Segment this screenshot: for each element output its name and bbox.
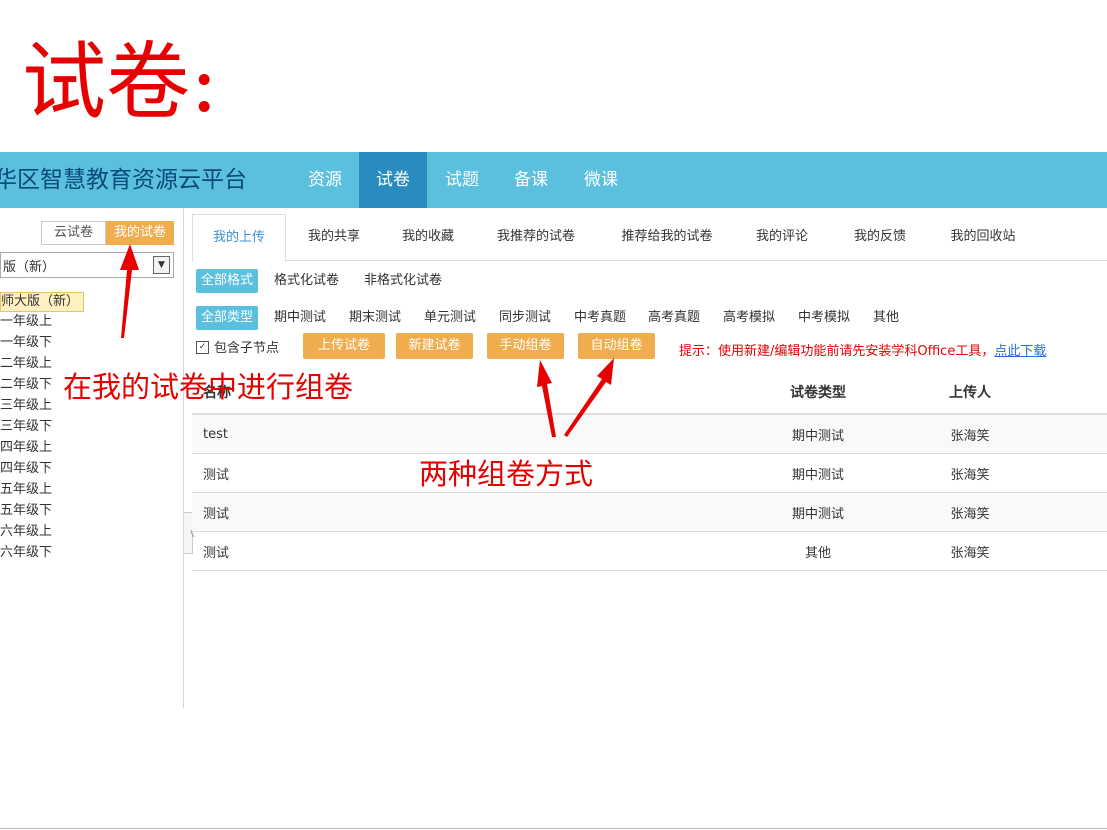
- header-type[interactable]: 试卷类型: [759, 370, 877, 413]
- cell-name[interactable]: 测试: [203, 532, 229, 570]
- tree-item[interactable]: 二年级上: [0, 354, 52, 374]
- tab-my-feedback[interactable]: 我的反馈: [840, 214, 920, 260]
- cloud-papers-button[interactable]: 云试卷: [41, 221, 106, 245]
- tree-item[interactable]: 四年级上: [0, 438, 52, 458]
- cell-uploader: 张海笑: [950, 506, 990, 522]
- tab-my-recommended[interactable]: 我推荐的试卷: [484, 214, 588, 260]
- top-navbar: 华区智慧教育资源云平台 资源 试卷 试题 备课 微课: [0, 152, 1107, 208]
- tab-my-shares[interactable]: 我的共享: [292, 214, 376, 260]
- table-row[interactable]: 测试 期中测试 张海笑: [192, 454, 1107, 493]
- tree-item[interactable]: 四年级下: [0, 459, 52, 479]
- cell-name[interactable]: 测试: [203, 454, 229, 492]
- tab-bar: 我的上传 我的共享 我的收藏 我推荐的试卷 推荐给我的试卷 我的评论 我的反馈 …: [192, 214, 1107, 262]
- header-uploader[interactable]: 上传人: [910, 370, 1030, 413]
- cell-uploader: 张海笑: [950, 545, 990, 561]
- download-link[interactable]: 点此下载: [994, 344, 1046, 359]
- filter-unformatted[interactable]: 非格式化试卷: [364, 269, 442, 293]
- tab-my-favorites[interactable]: 我的收藏: [386, 214, 470, 260]
- cell-uploader: 张海笑: [950, 428, 990, 444]
- filter-type-gaokao-real[interactable]: 高考真题: [648, 306, 700, 330]
- filter-formatted[interactable]: 格式化试卷: [274, 269, 339, 293]
- filter-type-unit[interactable]: 单元测试: [424, 306, 476, 330]
- nav-lesson-prep[interactable]: 备课: [498, 152, 564, 208]
- version-select-value: 版（新）: [3, 260, 56, 275]
- nav-questions[interactable]: 试题: [430, 152, 494, 208]
- tab-my-uploads[interactable]: 我的上传: [192, 214, 286, 262]
- include-subnodes-label: 包含子节点: [214, 341, 280, 356]
- tree-item[interactable]: 五年级上: [0, 480, 52, 500]
- cell-uploader: 张海笑: [950, 467, 990, 483]
- tab-my-comments[interactable]: 我的评论: [742, 214, 822, 260]
- tree-item[interactable]: 一年级上: [0, 312, 52, 332]
- auto-compose-button[interactable]: 自动组卷: [578, 333, 655, 359]
- table-row[interactable]: test 期中测试 张海笑: [192, 415, 1107, 454]
- tree-item[interactable]: 三年级下: [0, 417, 52, 437]
- table-row[interactable]: 测试 期中测试 张海笑: [192, 493, 1107, 532]
- tree-root-node[interactable]: 师大版（新）: [0, 292, 85, 312]
- nav-resources[interactable]: 资源: [294, 152, 356, 208]
- manual-compose-button[interactable]: 手动组卷: [487, 333, 564, 359]
- hint-text: 提示：使用新建/编辑功能前请先安装学科Office工具，: [679, 344, 995, 359]
- filter-type-other[interactable]: 其他: [873, 306, 899, 330]
- brand-title[interactable]: 华区智慧教育资源云平台: [0, 152, 247, 208]
- cell-name[interactable]: test: [203, 415, 228, 453]
- annotation-two-compose-methods: 两种组卷方式: [419, 457, 594, 491]
- tab-recycle-bin[interactable]: 我的回收站: [936, 214, 1030, 260]
- cell-type: 期中测试: [791, 428, 844, 444]
- filter-type-gaokao-mock[interactable]: 高考模拟: [723, 306, 775, 330]
- filter-type-zhongkao-mock[interactable]: 中考模拟: [798, 306, 850, 330]
- new-paper-button[interactable]: 新建试卷: [396, 333, 473, 359]
- filter-all-formats[interactable]: 全部格式: [196, 269, 259, 293]
- tree-item[interactable]: 三年级上: [0, 396, 52, 416]
- tree-item[interactable]: 六年级上: [0, 522, 52, 542]
- table-row[interactable]: 测试 其他 张海笑: [192, 532, 1107, 571]
- bottom-divider: [0, 828, 1107, 829]
- filter-type-zhongkao-real[interactable]: 中考真题: [574, 306, 626, 330]
- cell-type: 期中测试: [791, 467, 844, 483]
- version-select[interactable]: 版（新） ▼: [0, 252, 174, 278]
- cell-name[interactable]: 测试: [203, 493, 229, 531]
- filter-type-final[interactable]: 期末测试: [349, 306, 401, 330]
- upload-paper-button[interactable]: 上传试卷: [303, 333, 385, 359]
- filter-type-sync[interactable]: 同步测试: [499, 306, 551, 330]
- include-subnodes-checkbox[interactable]: ✓ 包含子节点: [196, 340, 279, 358]
- office-tool-hint: 提示：使用新建/编辑功能前请先安装学科Office工具，点此下载: [679, 340, 1046, 359]
- slide-title: 试卷:: [22, 33, 219, 131]
- left-panel: 云试卷 我的试卷 版（新） ▼ 师大版（新） 一年级上 一年级下 二年级上 二年级下三…: [0, 208, 184, 708]
- tree-item[interactable]: 五年级下: [0, 501, 52, 521]
- tree-item[interactable]: 二年级下: [0, 375, 52, 395]
- tree-item[interactable]: 一年级下: [0, 333, 52, 353]
- cell-type: 其他: [804, 545, 831, 561]
- dropdown-arrow-icon[interactable]: ▼: [153, 256, 170, 274]
- tree-item[interactable]: 六年级下: [0, 543, 52, 563]
- filter-type-midterm[interactable]: 期中测试: [274, 306, 326, 330]
- annotation-compose-in-my-papers: 在我的试卷中进行组卷: [63, 370, 354, 404]
- nav-microcourse[interactable]: 微课: [568, 152, 634, 208]
- tab-recommended-to-me[interactable]: 推荐给我的试卷: [604, 214, 730, 260]
- checkbox-checked-icon[interactable]: ✓: [196, 341, 209, 354]
- filter-all-types[interactable]: 全部类型: [196, 306, 259, 330]
- cell-type: 期中测试: [791, 506, 844, 522]
- nav-papers[interactable]: 试卷: [359, 152, 427, 208]
- my-papers-button[interactable]: 我的试卷: [106, 221, 174, 245]
